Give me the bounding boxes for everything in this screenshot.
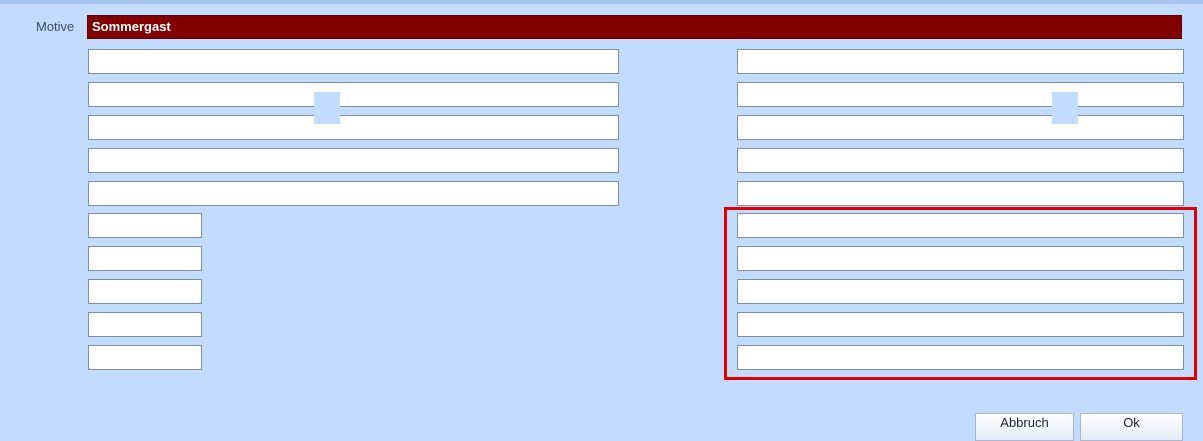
left-field-4[interactable]	[88, 148, 619, 173]
right-field-6[interactable]	[737, 213, 1184, 238]
right-field-5[interactable]	[737, 181, 1184, 206]
right-field-8[interactable]	[737, 279, 1184, 304]
left-short-field-2[interactable]	[88, 246, 202, 271]
right-field-10[interactable]	[737, 345, 1184, 370]
left-short-field-3[interactable]	[88, 279, 202, 304]
left-short-field-5[interactable]	[88, 345, 202, 370]
left-short-field-4[interactable]	[88, 312, 202, 337]
ok-button[interactable]: Ok	[1080, 413, 1183, 441]
motive-label: Motive	[36, 19, 75, 34]
left-field-2[interactable]	[88, 82, 619, 107]
left-field-5[interactable]	[88, 181, 619, 206]
right-field-3[interactable]	[737, 115, 1184, 140]
right-field-1[interactable]	[737, 49, 1184, 74]
top-border	[0, 0, 1203, 4]
left-field-1[interactable]	[88, 49, 619, 74]
right-field-7[interactable]	[737, 246, 1184, 271]
right-field-4[interactable]	[737, 148, 1184, 173]
left-short-field-1[interactable]	[88, 213, 202, 238]
left-resize-handle[interactable]	[314, 92, 340, 124]
left-field-3[interactable]	[88, 115, 619, 140]
right-resize-handle[interactable]	[1052, 92, 1078, 124]
right-field-2[interactable]	[737, 82, 1184, 107]
cancel-button[interactable]: Abbruch	[975, 413, 1074, 441]
right-field-9[interactable]	[737, 312, 1184, 337]
motive-value[interactable]: Sommergast	[87, 15, 1182, 39]
